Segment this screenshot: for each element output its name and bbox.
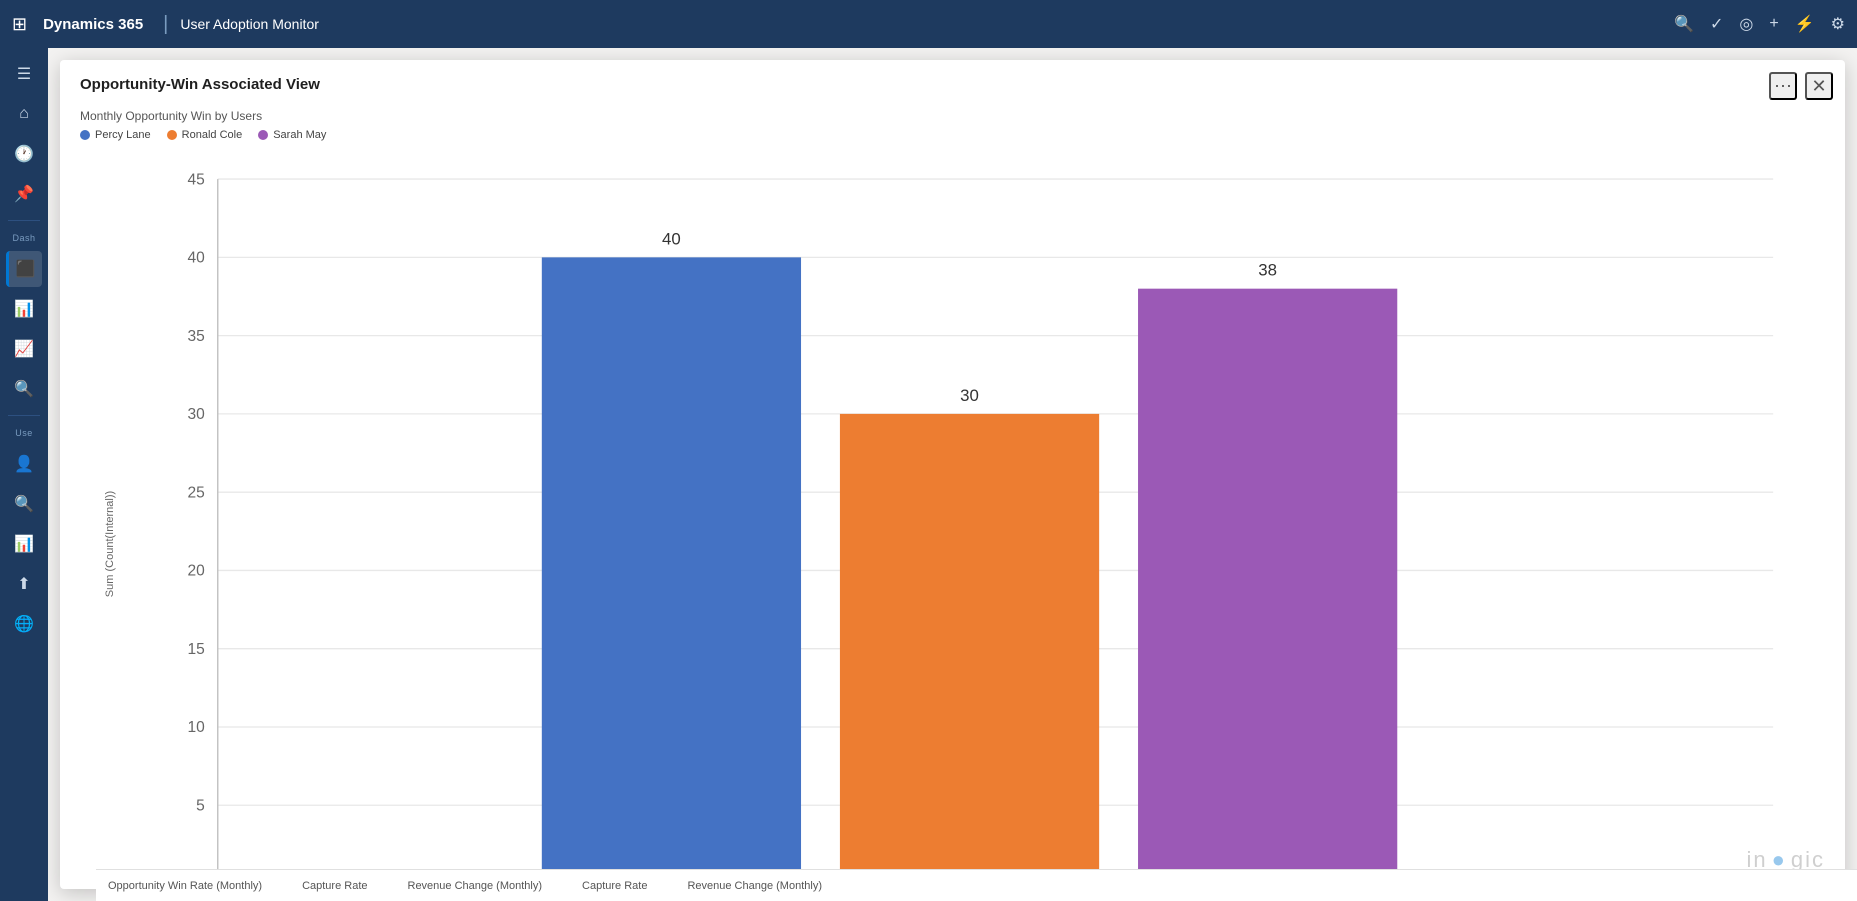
legend-label-sarah: Sarah May: [273, 129, 326, 141]
svg-text:5: 5: [196, 797, 205, 814]
search-icon[interactable]: 🔍: [1674, 14, 1694, 34]
checkmark-icon[interactable]: ✓: [1710, 14, 1723, 34]
legend-dot-percy: [80, 130, 90, 140]
chart-panel: ✕ ⋯ Opportunity-Win Associated View Mont…: [60, 60, 1845, 889]
bar-percy[interactable]: [542, 257, 801, 883]
sidebar-dash-label: Dash: [10, 229, 37, 247]
bottom-strip-item-3[interactable]: Capture Rate: [582, 880, 647, 892]
bottom-strip: Opportunity Win Rate (Monthly) Capture R…: [96, 869, 1857, 901]
add-icon[interactable]: +: [1769, 15, 1778, 33]
svg-text:15: 15: [188, 641, 206, 658]
chart-svg-wrapper: 45 40 35 30 25: [140, 153, 1825, 901]
close-button[interactable]: ✕: [1805, 72, 1833, 100]
chart-title: Opportunity-Win Associated View: [80, 76, 1825, 93]
sidebar-pin-icon[interactable]: 📌: [6, 176, 42, 212]
svg-text:45: 45: [188, 171, 206, 188]
svg-text:35: 35: [188, 328, 206, 345]
sidebar-menu-icon[interactable]: ☰: [6, 56, 42, 92]
legend-dot-sarah: [258, 130, 268, 140]
svg-text:25: 25: [188, 484, 206, 501]
bar-percy-label: 40: [662, 229, 681, 248]
sidebar-user1-icon[interactable]: 👤: [6, 446, 42, 482]
module-name: User Adoption Monitor: [180, 16, 319, 32]
bar-ronald[interactable]: [840, 414, 1099, 884]
chart-legend: Percy Lane Ronald Cole Sarah May: [80, 129, 1825, 141]
more-options-button[interactable]: ⋯: [1769, 72, 1797, 100]
svg-text:30: 30: [188, 406, 206, 423]
bar-sarah-label: 38: [1258, 261, 1277, 280]
topbar-right-icons: 🔍 ✓ ◎ + ⚡ ⚙: [1674, 14, 1845, 34]
topbar-divider: |: [163, 13, 168, 36]
filter-icon[interactable]: ⚡: [1795, 14, 1815, 34]
bottom-strip-item-4[interactable]: Revenue Change (Monthly): [687, 880, 822, 892]
app-name: Dynamics 365: [43, 16, 143, 33]
sidebar-divider-1: [8, 220, 40, 221]
sidebar-search1-icon[interactable]: 🔍: [6, 371, 42, 407]
bottom-strip-item-2[interactable]: Revenue Change (Monthly): [408, 880, 543, 892]
chart-subtitle: Monthly Opportunity Win by Users: [80, 109, 1825, 123]
sidebar-divider-2: [8, 415, 40, 416]
svg-text:40: 40: [188, 250, 206, 267]
settings-icon[interactable]: ⚙: [1831, 14, 1845, 34]
legend-dot-ronald: [167, 130, 177, 140]
sidebar-users-label: Use: [13, 424, 35, 442]
legend-label-percy: Percy Lane: [95, 129, 151, 141]
bottom-strip-item-0[interactable]: Opportunity Win Rate (Monthly): [108, 880, 262, 892]
sidebar-home-icon[interactable]: ⌂: [6, 96, 42, 132]
sidebar-world-icon[interactable]: 🌐: [6, 606, 42, 642]
bar-ronald-label: 30: [960, 386, 979, 405]
svg-text:20: 20: [188, 563, 206, 580]
sidebar-recent-icon[interactable]: 🕐: [6, 136, 42, 172]
bar-sarah[interactable]: [1138, 289, 1397, 884]
chart-svg: 45 40 35 30 25: [140, 153, 1825, 901]
svg-text:10: 10: [188, 719, 206, 736]
legend-label-ronald: Ronald Cole: [182, 129, 243, 141]
legend-sarah: Sarah May: [258, 129, 326, 141]
sidebar-chart1-icon[interactable]: 📊: [6, 291, 42, 327]
grid-icon[interactable]: ⊞: [12, 14, 27, 35]
topbar: ⊞ Dynamics 365 | User Adoption Monitor 🔍…: [0, 0, 1857, 48]
sidebar-chart3-icon[interactable]: 📊: [6, 526, 42, 562]
legend-percy: Percy Lane: [80, 129, 151, 141]
main-content: ✕ ⋯ Opportunity-Win Associated View Mont…: [48, 48, 1857, 901]
sidebar: ☰ ⌂ 🕐 📌 Dash ⬛ 📊 📈 🔍 Use 👤 🔍 📊 ⬆ 🌐: [0, 48, 48, 901]
sidebar-search2-icon[interactable]: 🔍: [6, 486, 42, 522]
location-icon[interactable]: ◎: [1739, 14, 1753, 34]
sidebar-upload-icon[interactable]: ⬆: [6, 566, 42, 602]
legend-ronald: Ronald Cole: [167, 129, 243, 141]
sidebar-chart2-icon[interactable]: 📈: [6, 331, 42, 367]
bottom-strip-item-1[interactable]: Capture Rate: [302, 880, 367, 892]
chart-container: Sum (Count(Internal)) 45 40: [80, 153, 1825, 901]
y-axis-label: Sum (Count(Internal)): [104, 491, 116, 597]
sidebar-dashboard-icon[interactable]: ⬛: [6, 251, 42, 287]
